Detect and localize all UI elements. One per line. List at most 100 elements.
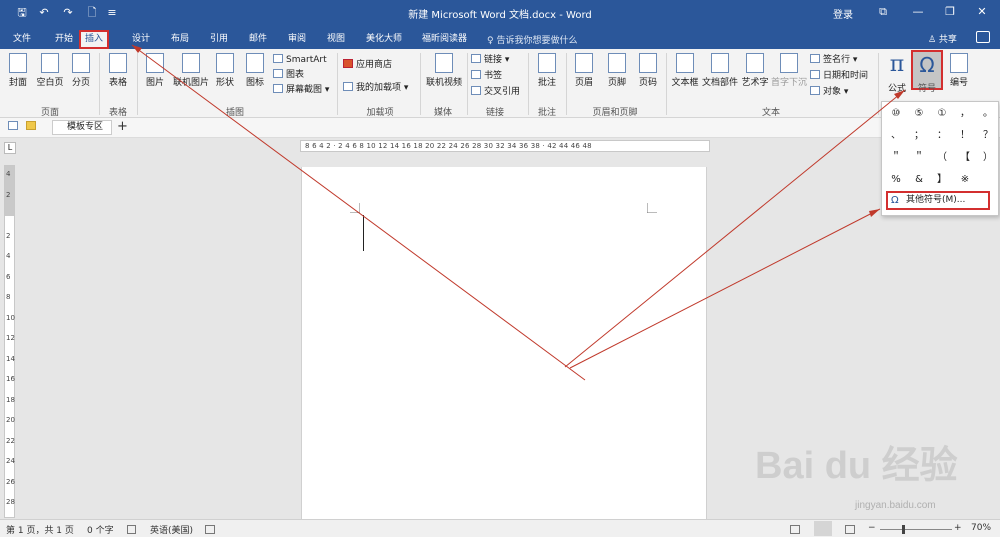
vertical-ruler[interactable]: 4 2 2 4 6 8 10 12 14 16 18 20 22 24 26 28	[4, 165, 15, 518]
close-button[interactable]: ✕	[972, 4, 992, 20]
read-mode-icon[interactable]	[790, 525, 800, 534]
online-video-button[interactable]: 联机视频	[423, 53, 465, 88]
icons-button[interactable]: 图标	[242, 53, 268, 88]
proofing-icon[interactable]	[127, 525, 136, 534]
zoom-in-button[interactable]: +	[954, 523, 962, 533]
zoom-slider-thumb[interactable]	[902, 525, 905, 534]
comment-button[interactable]: 批注	[533, 53, 561, 88]
new-doc-icon[interactable]	[8, 121, 21, 134]
tab-mailings[interactable]: 邮件	[245, 30, 271, 49]
chart-button[interactable]: 图表	[273, 69, 304, 82]
header-button[interactable]: 页眉	[570, 53, 598, 88]
symbol-cell[interactable]: %	[886, 171, 906, 189]
store-button[interactable]: 应用商店	[343, 59, 392, 72]
tab-stop-selector[interactable]: L	[4, 142, 16, 154]
print-layout-icon[interactable]	[814, 521, 832, 536]
wordart-button[interactable]: 艺术字	[739, 53, 771, 88]
tab-design[interactable]: 设计	[128, 30, 154, 49]
symbol-cell[interactable]: ，	[955, 105, 975, 123]
cover-page-button[interactable]: 封面	[6, 53, 30, 88]
word-count[interactable]: 0 个字	[87, 523, 114, 536]
numbering-button[interactable]: 编号	[946, 53, 972, 88]
horizontal-ruler[interactable]: 8 6 4 2 · 2 4 6 8 10 12 14 16 18 20 22 2…	[300, 140, 710, 152]
symbol-cell[interactable]: 。	[978, 105, 998, 123]
tab-file[interactable]: 文件	[9, 30, 35, 49]
chart-icon	[273, 69, 283, 78]
online-picture-button[interactable]: 联机图片	[170, 53, 212, 88]
macro-icon[interactable]	[205, 525, 215, 534]
tab-layout[interactable]: 布局	[167, 30, 193, 49]
link-button[interactable]: 链接 ▾	[471, 54, 509, 67]
table-button[interactable]: 表格	[104, 53, 132, 88]
watermark-brand: Bai du 经验	[755, 445, 958, 487]
comment-icon[interactable]	[976, 31, 990, 43]
tab-references[interactable]: 引用	[206, 30, 232, 49]
symbol-cell[interactable]: ：	[932, 127, 952, 145]
omega-icon: Ω	[891, 195, 899, 206]
ruler-tick-label: 26	[6, 477, 15, 486]
document-page[interactable]	[301, 167, 707, 519]
symbol-cell[interactable]: 、	[886, 127, 906, 145]
tab-insert[interactable]: 插入	[79, 30, 110, 49]
add-tab-icon[interactable]: +	[117, 119, 128, 134]
ribbon-display-options-icon[interactable]: ⧉	[873, 4, 893, 20]
symbol-cell[interactable]: ⑩	[886, 105, 906, 123]
page-count[interactable]: 第 1 页，共 1 页	[6, 523, 74, 536]
tab-review[interactable]: 审阅	[284, 30, 310, 49]
zoom-level[interactable]: 70%	[971, 523, 991, 533]
table-icon	[109, 53, 127, 73]
symbol-cell[interactable]: ？	[978, 127, 998, 145]
tab-view[interactable]: 视图	[323, 30, 349, 49]
symbol-cell[interactable]: ）	[978, 149, 998, 167]
screenshot-button[interactable]: 屏幕截图 ▾	[273, 84, 329, 97]
symbol-cell[interactable]: ＂	[909, 149, 929, 167]
sign-in-link[interactable]: 登录	[833, 6, 853, 21]
bookmark-button[interactable]: 书签	[471, 70, 502, 83]
symbol-cell[interactable]: ！	[955, 127, 975, 145]
zoom-out-button[interactable]: −	[868, 523, 876, 533]
symbol-cell[interactable]: ＂	[886, 149, 906, 167]
maximize-button[interactable]: ❐	[940, 4, 960, 20]
more-symbols-button[interactable]: Ω 其他符号(M)...	[886, 191, 990, 210]
symbol-cell[interactable]: ①	[932, 105, 952, 123]
language-indicator[interactable]: 英语(美国)	[150, 523, 193, 536]
drop-cap-button[interactable]: 首字下沉	[771, 53, 807, 88]
cross-reference-button[interactable]: 交叉引用	[471, 86, 520, 99]
picture-button[interactable]: 图片	[142, 53, 168, 88]
symbol-cell[interactable]: &	[909, 171, 929, 189]
symbol-cell[interactable]: 【	[955, 149, 975, 167]
page-break-button[interactable]: 分页	[68, 53, 94, 88]
signature-line-button[interactable]: 签名行 ▾	[810, 54, 857, 67]
ruler-tick-label: 4	[6, 252, 11, 260]
quick-parts-button[interactable]: 文档部件	[702, 53, 738, 88]
group-separator	[420, 53, 421, 115]
date-time-button[interactable]: 日期和时间	[810, 70, 868, 83]
zoom-slider[interactable]	[880, 529, 952, 530]
page-number-button[interactable]: 页码	[634, 53, 662, 88]
group-label-pages: 页面	[40, 108, 59, 118]
shapes-button[interactable]: 形状	[212, 53, 238, 88]
minimize-button[interactable]: —	[908, 4, 928, 20]
symbol-cell[interactable]: ⑤	[909, 105, 929, 123]
equation-button[interactable]: 公式	[883, 81, 911, 94]
template-zone-tab[interactable]: 模板专区	[52, 120, 112, 135]
tab-foxit[interactable]: 福昕阅读器	[418, 30, 471, 49]
symbol-cell[interactable]: ※	[955, 171, 975, 189]
smartart-button[interactable]: SmartArt	[273, 54, 327, 67]
symbol-cell[interactable]: （	[932, 149, 952, 167]
share-button[interactable]: ♙ 共享	[928, 32, 957, 45]
object-button[interactable]: 对象 ▾	[810, 86, 848, 99]
my-addins-button[interactable]: 我的加载项 ▾	[343, 82, 408, 95]
symbol-cell[interactable]: ；	[909, 127, 929, 145]
pi-icon[interactable]: π	[884, 52, 910, 77]
footer-button[interactable]: 页脚	[603, 53, 631, 88]
textbox-button[interactable]: 文本框	[669, 53, 701, 88]
blank-page-button[interactable]: 空白页	[34, 53, 66, 88]
symbol-cell[interactable]: 】	[932, 171, 952, 189]
tab-meihua[interactable]: 美化大师	[362, 30, 406, 49]
tab-home[interactable]: 开始	[51, 30, 77, 49]
folder-icon[interactable]	[26, 121, 39, 134]
tell-me-search[interactable]: ♀ 告诉我你想要做什么	[487, 33, 577, 46]
group-separator	[528, 53, 529, 115]
web-layout-icon[interactable]	[845, 525, 855, 534]
